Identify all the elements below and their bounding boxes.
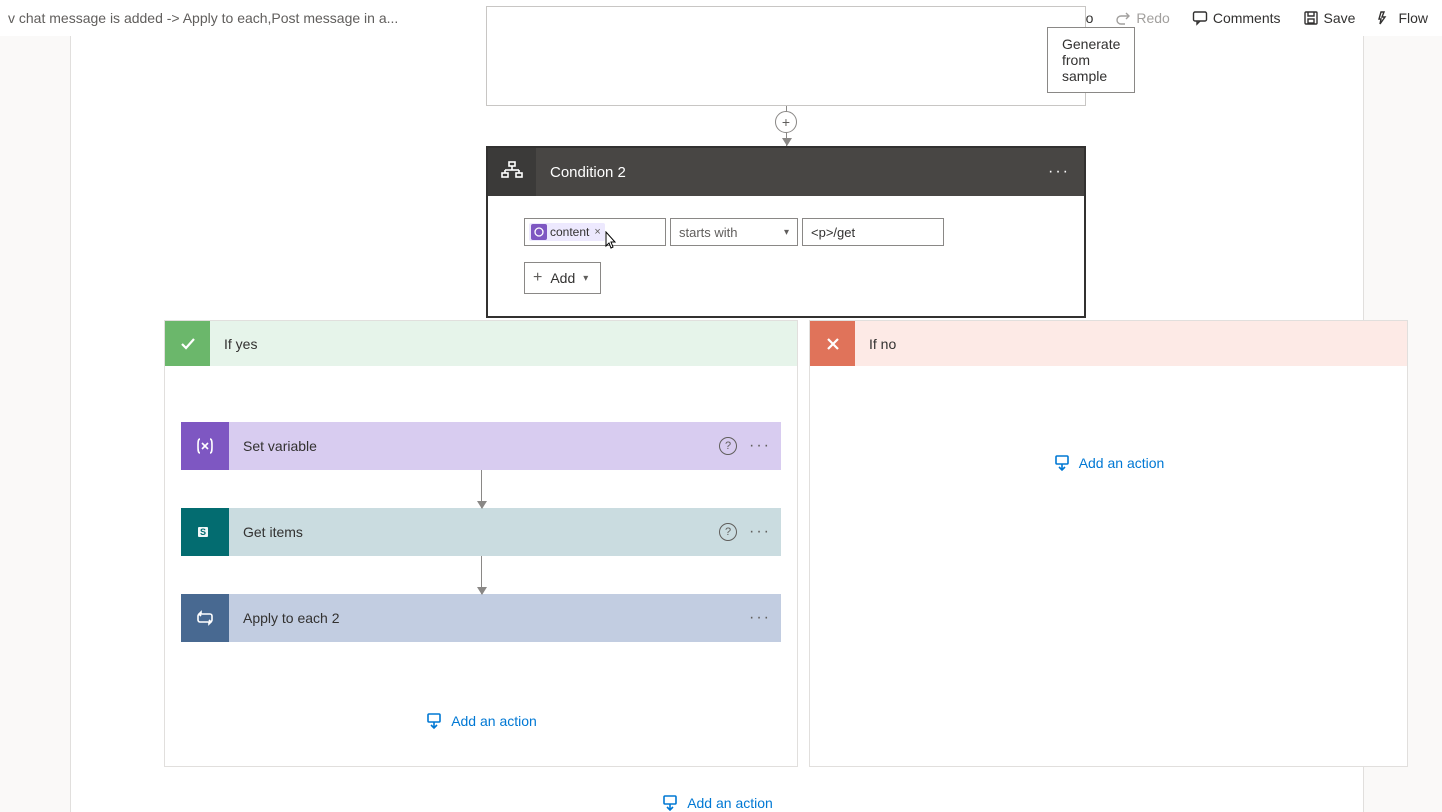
svg-text:S: S bbox=[200, 527, 206, 537]
canvas: Generate from sample + Condition 2 ··· bbox=[0, 36, 1442, 812]
chevron-down-icon: ▾ bbox=[784, 227, 789, 238]
condition-card[interactable]: Condition 2 ··· content × bbox=[486, 146, 1086, 318]
save-icon bbox=[1303, 10, 1319, 26]
action-title: Apply to each 2 bbox=[229, 610, 749, 626]
plus-icon: + bbox=[533, 269, 542, 287]
add-action-label: Add an action bbox=[687, 795, 773, 811]
add-action-label: Add an action bbox=[1079, 455, 1165, 471]
chevron-down-icon: ▾ bbox=[583, 273, 588, 284]
redo-icon bbox=[1115, 10, 1131, 26]
action-more-button[interactable]: ··· bbox=[749, 437, 771, 455]
arrow-down-icon bbox=[477, 501, 487, 509]
check-icon bbox=[165, 321, 210, 366]
add-action-bottom-button[interactable]: Add an action bbox=[661, 794, 773, 812]
token-remove-button[interactable]: × bbox=[594, 226, 600, 238]
comments-button[interactable]: Comments bbox=[1186, 6, 1287, 30]
save-button[interactable]: Save bbox=[1297, 6, 1362, 30]
action-title: Get items bbox=[229, 524, 719, 540]
generate-from-sample-button[interactable]: Generate from sample bbox=[1047, 27, 1135, 93]
condition-value-input[interactable] bbox=[802, 218, 944, 246]
redo-label: Redo bbox=[1136, 10, 1169, 26]
save-label: Save bbox=[1324, 10, 1356, 26]
connector-line bbox=[481, 470, 482, 508]
add-action-label: Add an action bbox=[451, 713, 537, 729]
help-button[interactable]: ? bbox=[719, 437, 737, 455]
action-more-button[interactable]: ··· bbox=[749, 609, 771, 627]
if-yes-body: Set variable ? ··· S Get items ? bbox=[165, 366, 797, 766]
canvas-inner: Generate from sample + Condition 2 ··· bbox=[70, 36, 1364, 812]
if-yes-branch: If yes Set variable ? ··· bbox=[164, 320, 798, 767]
set-variable-card[interactable]: Set variable ? ··· bbox=[181, 422, 781, 470]
token-label: content bbox=[550, 225, 589, 239]
flow-checker-button[interactable]: Flow bbox=[1371, 6, 1434, 30]
flow-icon bbox=[1377, 10, 1393, 26]
get-items-card[interactable]: S Get items ? ··· bbox=[181, 508, 781, 556]
if-no-title: If no bbox=[869, 336, 896, 352]
connector-line bbox=[481, 556, 482, 594]
cross-icon bbox=[810, 321, 855, 366]
token-content[interactable]: content × bbox=[529, 223, 605, 241]
add-step-button[interactable]: + bbox=[775, 111, 797, 133]
action-controls: ··· bbox=[749, 609, 771, 627]
condition-body: content × starts with ▾ + Add ▾ bbox=[488, 196, 1084, 316]
add-action-icon bbox=[661, 794, 679, 812]
comments-label: Comments bbox=[1213, 10, 1281, 26]
add-action-icon bbox=[1053, 454, 1071, 472]
if-yes-title: If yes bbox=[224, 336, 257, 352]
condition-row: content × starts with ▾ bbox=[524, 218, 1048, 246]
loop-icon bbox=[181, 594, 229, 642]
action-title: Set variable bbox=[229, 438, 719, 454]
apply-to-each-card[interactable]: Apply to each 2 ··· bbox=[181, 594, 781, 642]
action-controls: ? ··· bbox=[719, 523, 771, 541]
arrow-down-icon bbox=[782, 138, 792, 146]
sharepoint-icon: S bbox=[181, 508, 229, 556]
add-condition-button[interactable]: + Add ▾ bbox=[524, 262, 601, 294]
branch-container: If yes Set variable ? ··· bbox=[164, 320, 1408, 767]
bottom-add-container: Add an action bbox=[71, 794, 1363, 812]
action-more-button[interactable]: ··· bbox=[749, 523, 771, 541]
add-action-icon bbox=[425, 712, 443, 730]
add-action-no-button[interactable]: Add an action bbox=[1053, 454, 1165, 472]
condition-operator-select[interactable]: starts with ▾ bbox=[670, 218, 798, 246]
action-controls: ? ··· bbox=[719, 437, 771, 455]
comments-icon bbox=[1192, 10, 1208, 26]
if-no-body: Add an action bbox=[810, 366, 1407, 534]
if-no-branch: If no Add an action bbox=[809, 320, 1408, 767]
help-button[interactable]: ? bbox=[719, 523, 737, 541]
condition-left-operand[interactable]: content × bbox=[524, 218, 666, 246]
condition-header[interactable]: Condition 2 ··· bbox=[488, 148, 1084, 196]
if-yes-header[interactable]: If yes bbox=[165, 321, 797, 366]
condition-more-button[interactable]: ··· bbox=[1048, 163, 1070, 181]
add-label: Add bbox=[550, 270, 575, 286]
add-action-yes-button[interactable]: Add an action bbox=[425, 712, 537, 730]
if-no-header[interactable]: If no bbox=[810, 321, 1407, 366]
flow-label: Flow bbox=[1398, 10, 1428, 26]
breadcrumb[interactable]: v chat message is added -> Apply to each… bbox=[8, 10, 398, 26]
variable-icon bbox=[181, 422, 229, 470]
previous-action-card: Generate from sample bbox=[486, 6, 1086, 106]
condition-icon bbox=[488, 148, 536, 196]
operator-label: starts with bbox=[679, 225, 738, 240]
arrow-down-icon bbox=[477, 587, 487, 595]
condition-title: Condition 2 bbox=[536, 164, 1048, 181]
dynamic-content-icon bbox=[531, 224, 547, 240]
